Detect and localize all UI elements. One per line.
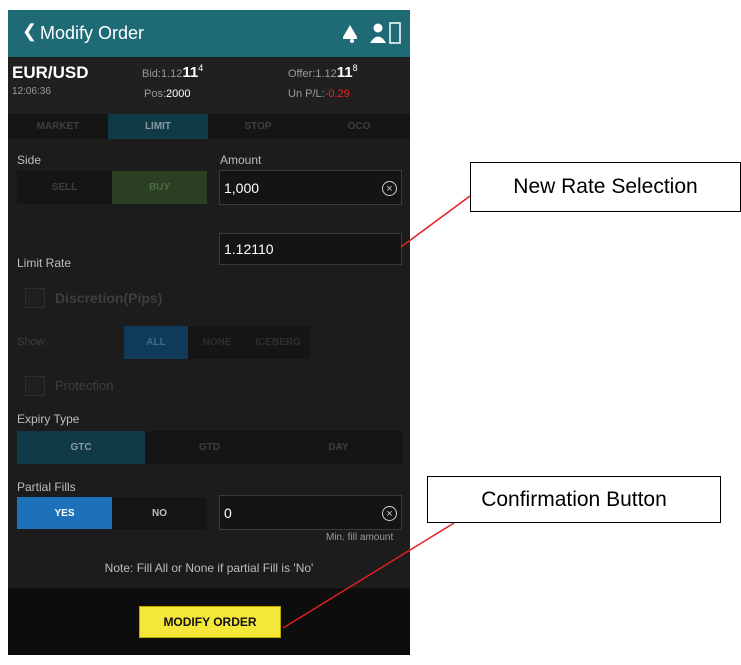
callout-lines	[282, 195, 471, 629]
confirm-pointer-line	[282, 522, 455, 629]
rate-pointer-line	[400, 195, 471, 248]
